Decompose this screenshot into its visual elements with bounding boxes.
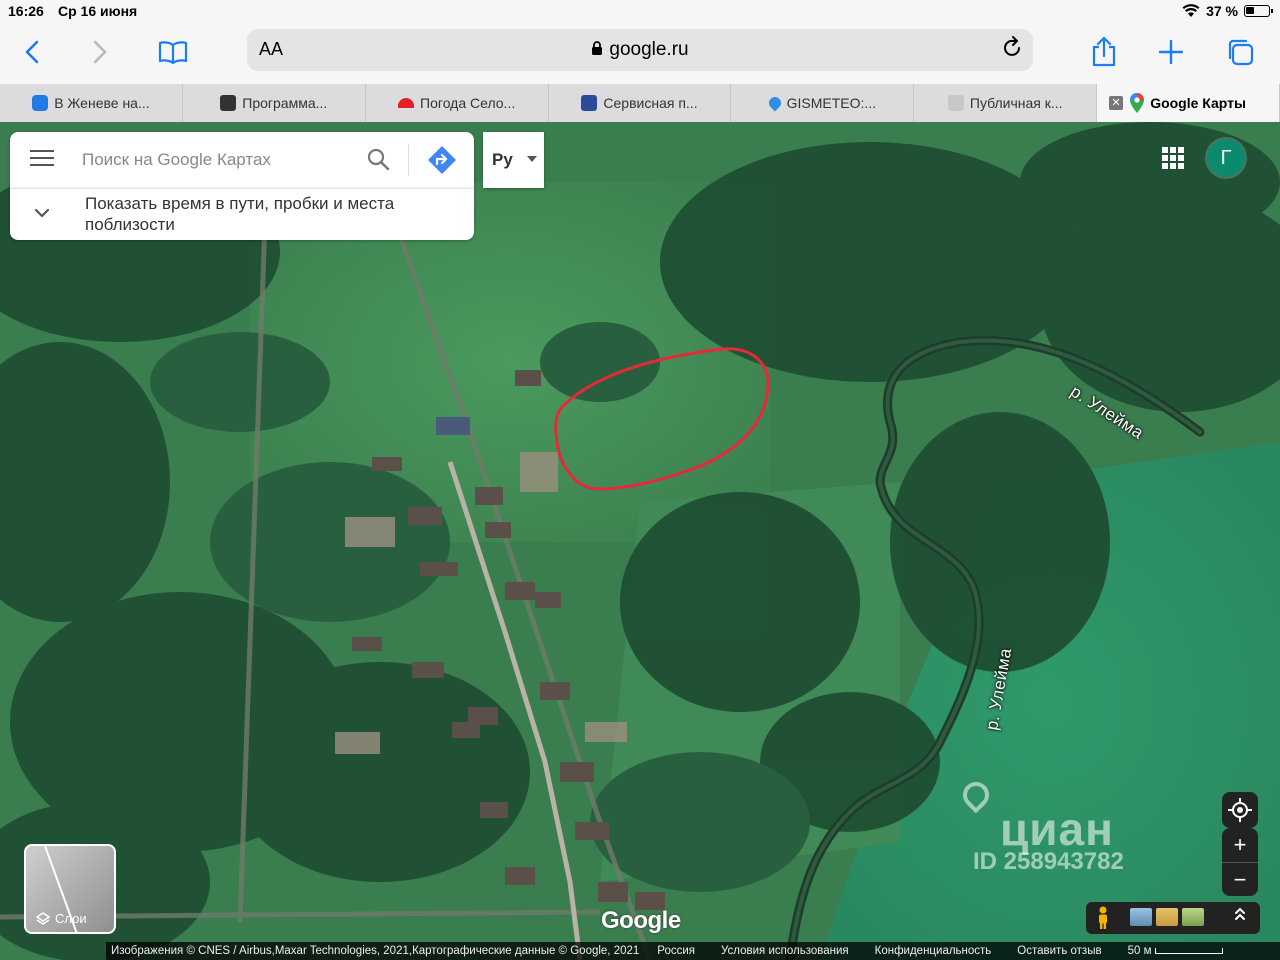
tab-label: GISMETEO:...	[786, 95, 877, 111]
browser-toolbar: AA google.ru	[0, 24, 1280, 84]
imagery-thumb-field[interactable]	[1156, 908, 1178, 926]
status-right: 37 %	[1182, 3, 1273, 19]
battery-icon	[1244, 5, 1273, 17]
scale-bar[interactable]: 50 м	[1123, 945, 1229, 957]
pegman-icon[interactable]	[1096, 906, 1110, 930]
google-logo: Google	[601, 907, 681, 934]
wifi-icon	[1182, 4, 1200, 17]
layers-icon	[36, 911, 50, 925]
service-favicon-icon	[581, 95, 598, 111]
tab-label: В Женеве на...	[54, 95, 150, 111]
language-label: Ру	[492, 150, 513, 169]
search-icon[interactable]	[365, 146, 393, 174]
expand-up-icon[interactable]	[1234, 906, 1246, 927]
footer-country[interactable]: Россия	[652, 945, 700, 957]
status-bar: 16:26 Ср 16 июня 37 %	[0, 0, 1280, 24]
status-date: Ср 16 июня	[58, 3, 138, 19]
umbrella-favicon-icon	[398, 98, 415, 108]
tab-service[interactable]: Сервисная п...	[549, 84, 732, 122]
nearby-suggestion[interactable]: Показать время в пути, пробки и места по…	[10, 188, 474, 240]
zoom-in-button[interactable]: +	[1222, 828, 1258, 862]
lock-icon	[592, 41, 603, 55]
scale-ruler	[1155, 947, 1224, 954]
tab-label: Google Карты	[1150, 95, 1246, 111]
chevron-down-icon	[34, 208, 50, 218]
avatar[interactable]: Г	[1207, 139, 1245, 177]
tab-strip: В Женеве на... Программа... Погода Село.…	[0, 84, 1280, 122]
apps-grid-icon[interactable]	[1162, 147, 1184, 169]
address-bar[interactable]: AA google.ru	[247, 29, 1033, 71]
r-favicon-icon	[947, 95, 964, 111]
suggestion-text: Показать время в пути, пробки и места по…	[85, 194, 395, 234]
imagery-thumb-meadow[interactable]	[1182, 908, 1204, 926]
tv-favicon-icon	[220, 95, 237, 111]
footer-feedback-link[interactable]: Оставить отзыв	[1012, 945, 1106, 957]
tab-label: Программа...	[242, 95, 328, 111]
tab-google-maps[interactable]: ✕ Google Карты	[1097, 84, 1280, 122]
dropdown-arrow-icon	[527, 156, 537, 162]
url-text: google.ru	[609, 39, 689, 60]
mail-favicon-icon	[32, 95, 49, 111]
forward-icon[interactable]	[82, 34, 118, 70]
map-footer: Изображения © CNES / Airbus,Maxar Techno…	[106, 942, 1280, 960]
status-time: 16:26	[8, 3, 44, 19]
tab-public-map[interactable]: Публичная к...	[914, 84, 1098, 122]
language-select[interactable]: Ру	[483, 132, 544, 188]
tab-geneva[interactable]: В Женеве на...	[0, 84, 183, 122]
bookmarks-icon[interactable]	[155, 34, 191, 70]
layers-button[interactable]: Слои	[24, 844, 116, 934]
directions-icon[interactable]	[426, 144, 458, 176]
map-search-input[interactable]	[82, 146, 342, 174]
tab-weather[interactable]: Погода Село...	[366, 84, 549, 122]
menu-icon[interactable]	[30, 150, 54, 170]
footer-privacy-link[interactable]: Конфиденциальность	[870, 945, 997, 957]
tab-program[interactable]: Программа...	[183, 84, 366, 122]
tab-gismeteo[interactable]: GISMETEO:...	[731, 84, 915, 122]
share-icon[interactable]	[1086, 34, 1122, 70]
scale-label: 50 м	[1127, 945, 1152, 957]
zoom-controls: + −	[1222, 828, 1258, 896]
imagery-attribution: Изображения © CNES / Airbus,Maxar Techno…	[111, 945, 640, 957]
battery-percent: 37 %	[1206, 3, 1238, 19]
close-tab-icon[interactable]: ✕	[1109, 96, 1124, 110]
reload-icon[interactable]	[1003, 36, 1023, 64]
crosshair-icon	[1228, 798, 1252, 822]
search-divider	[408, 144, 409, 176]
drop-favicon-icon	[766, 94, 784, 112]
map-view[interactable]: р. Улейма р. Улейма Показать время в пут…	[0, 122, 1280, 960]
tab-label: Погода Село...	[420, 95, 516, 111]
my-location-button[interactable]	[1222, 792, 1258, 828]
street-view-bar	[1086, 902, 1260, 934]
zoom-out-button[interactable]: −	[1222, 862, 1258, 896]
tab-label: Сервисная п...	[603, 95, 698, 111]
imagery-thumb-sea[interactable]	[1130, 908, 1152, 926]
url-display[interactable]: google.ru	[247, 39, 1033, 61]
tab-label: Публичная к...	[969, 95, 1063, 111]
layers-label-row: Слои	[36, 911, 87, 926]
new-tab-icon[interactable]	[1153, 34, 1189, 70]
map-search-box	[10, 132, 474, 188]
back-icon[interactable]	[14, 34, 50, 70]
cian-listing-id: ID 258943782	[973, 848, 1124, 875]
tabs-icon[interactable]	[1222, 34, 1258, 70]
layers-label: Слои	[55, 911, 87, 926]
google-maps-favicon-icon	[1130, 93, 1145, 113]
footer-terms-link[interactable]: Условия использования	[716, 945, 854, 957]
